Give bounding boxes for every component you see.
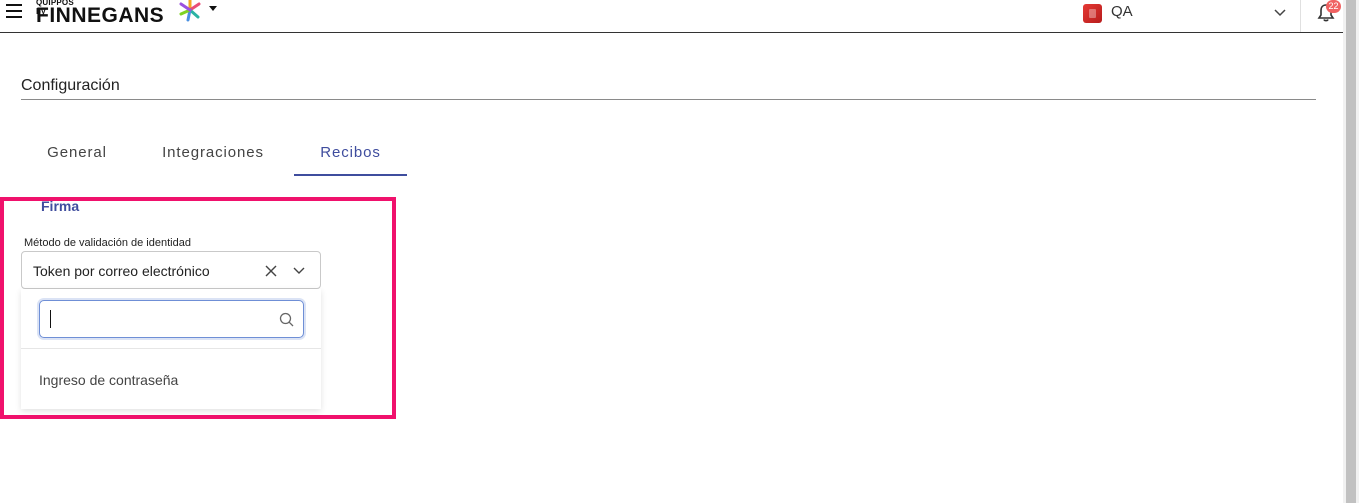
search-icon <box>279 312 294 327</box>
tab-integraciones[interactable]: Integraciones <box>141 128 285 176</box>
tab-recibos[interactable]: Recibos <box>294 128 407 176</box>
identity-method-select[interactable]: Token por correo electrónico <box>21 251 321 289</box>
company-name: QA <box>1111 3 1133 20</box>
company-icon <box>1083 4 1102 23</box>
active-tab-indicator <box>294 174 407 176</box>
notification-badge: 22 <box>1326 0 1341 13</box>
title-divider <box>21 99 1316 100</box>
dropdown-search-field[interactable] <box>39 300 304 338</box>
top-bar: QUIPPOS by FINNEGANS QA 22 <box>0 0 1343 33</box>
caret-down-icon[interactable] <box>209 6 217 11</box>
chevron-down-icon[interactable] <box>292 264 306 278</box>
page-title: Configuración <box>21 77 120 94</box>
tab-general[interactable]: General <box>21 128 133 176</box>
logo-wordmark: FINNEGANS <box>36 4 165 27</box>
chevron-down-icon[interactable] <box>1273 6 1287 20</box>
menu-icon[interactable] <box>6 4 22 18</box>
section-title: Firma <box>41 198 80 214</box>
field-label: Método de validación de identidad <box>24 237 191 249</box>
select-dropdown: Ingreso de contraseña <box>21 289 321 409</box>
dropdown-search-input[interactable] <box>48 309 268 329</box>
option-label: Ingreso de contraseña <box>39 372 179 388</box>
scrollbar-thumb[interactable] <box>1346 0 1356 503</box>
dropdown-option[interactable]: Ingreso de contraseña <box>21 349 321 409</box>
text-cursor <box>50 310 51 328</box>
select-value: Token por correo electrónico <box>33 263 210 279</box>
company-selector[interactable]: QA <box>1083 3 1303 23</box>
close-icon[interactable] <box>264 264 278 278</box>
finnegans-star-icon <box>179 0 201 22</box>
divider <box>1300 0 1301 32</box>
